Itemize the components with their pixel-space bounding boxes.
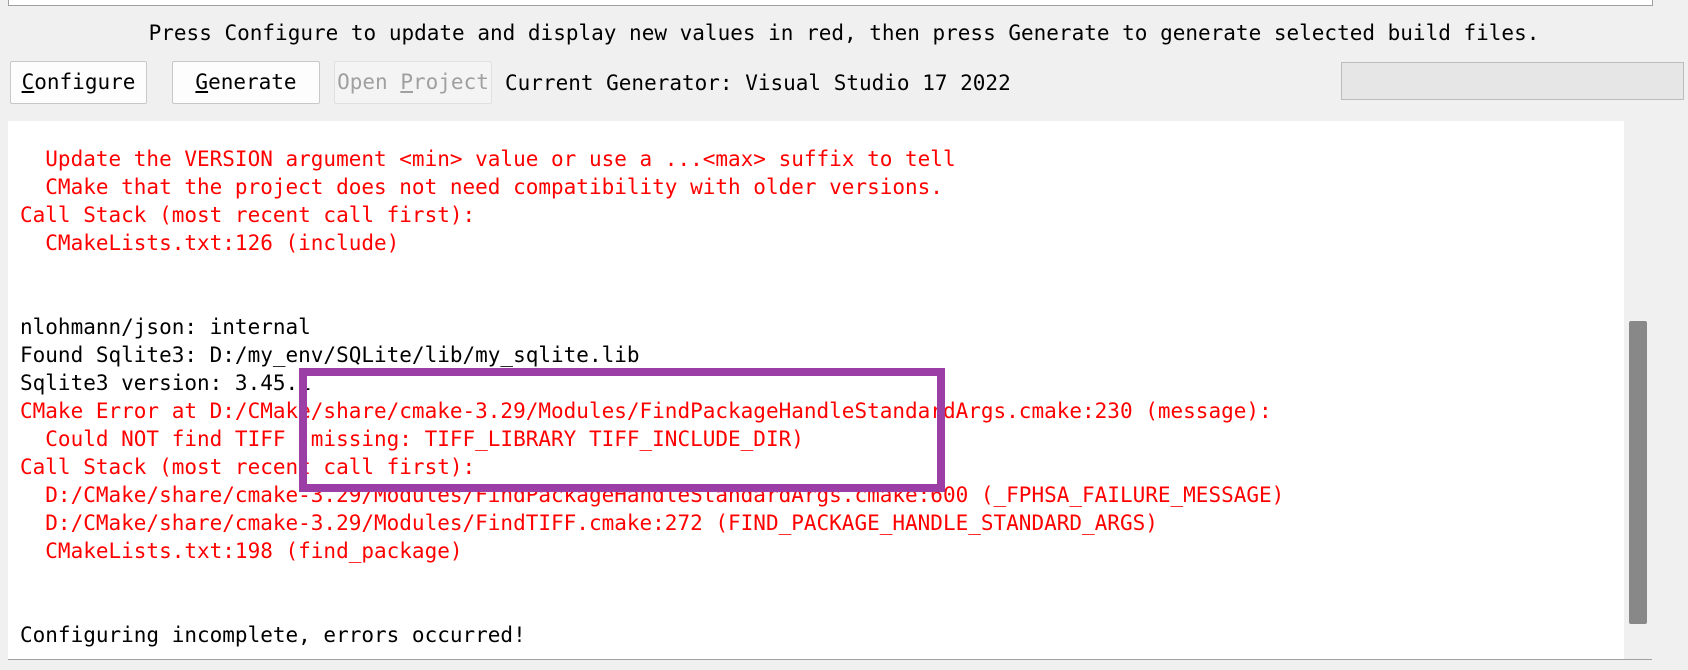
log-line: Found Sqlite3: D:/my_env/SQLite/lib/my_s… [20, 343, 640, 367]
vertical-scrollbar[interactable] [1624, 121, 1652, 659]
open-project-button[interactable]: Open Project [334, 61, 492, 104]
log-line: D:/CMake/share/cmake-3.29/Modules/FindTI… [20, 511, 1158, 535]
open-project-button-accel: P [400, 70, 413, 94]
generate-button-label-post: enerate [208, 70, 297, 94]
configure-button-label-post: onfigure [34, 70, 136, 94]
scrollbar-thumb[interactable] [1629, 321, 1647, 624]
top-panel [8, 0, 1653, 6]
log-line: Call Stack (most recent call first): [20, 455, 476, 479]
log-line: Update the VERSION argument <min> value … [20, 147, 956, 171]
log-line: Call Stack (most recent call first): [20, 203, 476, 227]
open-project-button-label-pre: Open [337, 70, 401, 94]
log-line: Could NOT find TIFF (missing: TIFF_LIBRA… [20, 427, 804, 451]
progress-bar [1341, 62, 1684, 100]
log-line: CMakeLists.txt:126 (include) [20, 231, 400, 255]
log-line: CMake Error at D:/CMake/share/cmake-3.29… [20, 399, 1272, 423]
log-line: Configuring incomplete, errors occurred! [20, 623, 526, 647]
log-line: CMake that the project does not need com… [20, 175, 943, 199]
output-log[interactable]: Update the VERSION argument <min> value … [8, 121, 1652, 660]
log-line: Sqlite3 version: 3.45.1 [20, 371, 311, 395]
generate-button[interactable]: Generate [172, 61, 320, 104]
configure-button[interactable]: Configure [10, 61, 147, 104]
current-generator-label: Current Generator: Visual Studio 17 2022 [505, 71, 1011, 95]
open-project-button-label-post: roject [413, 70, 489, 94]
output-log-lines: Update the VERSION argument <min> value … [20, 145, 1284, 649]
configure-button-accel: C [21, 70, 35, 94]
log-line: nlohmann/json: internal [20, 315, 311, 339]
instructions-text: Press Configure to update and display ne… [148, 21, 1540, 45]
log-line: CMakeLists.txt:198 (find_package) [20, 539, 463, 563]
log-line: D:/CMake/share/cmake-3.29/Modules/FindPa… [20, 483, 1285, 507]
generate-button-accel: G [195, 70, 209, 94]
